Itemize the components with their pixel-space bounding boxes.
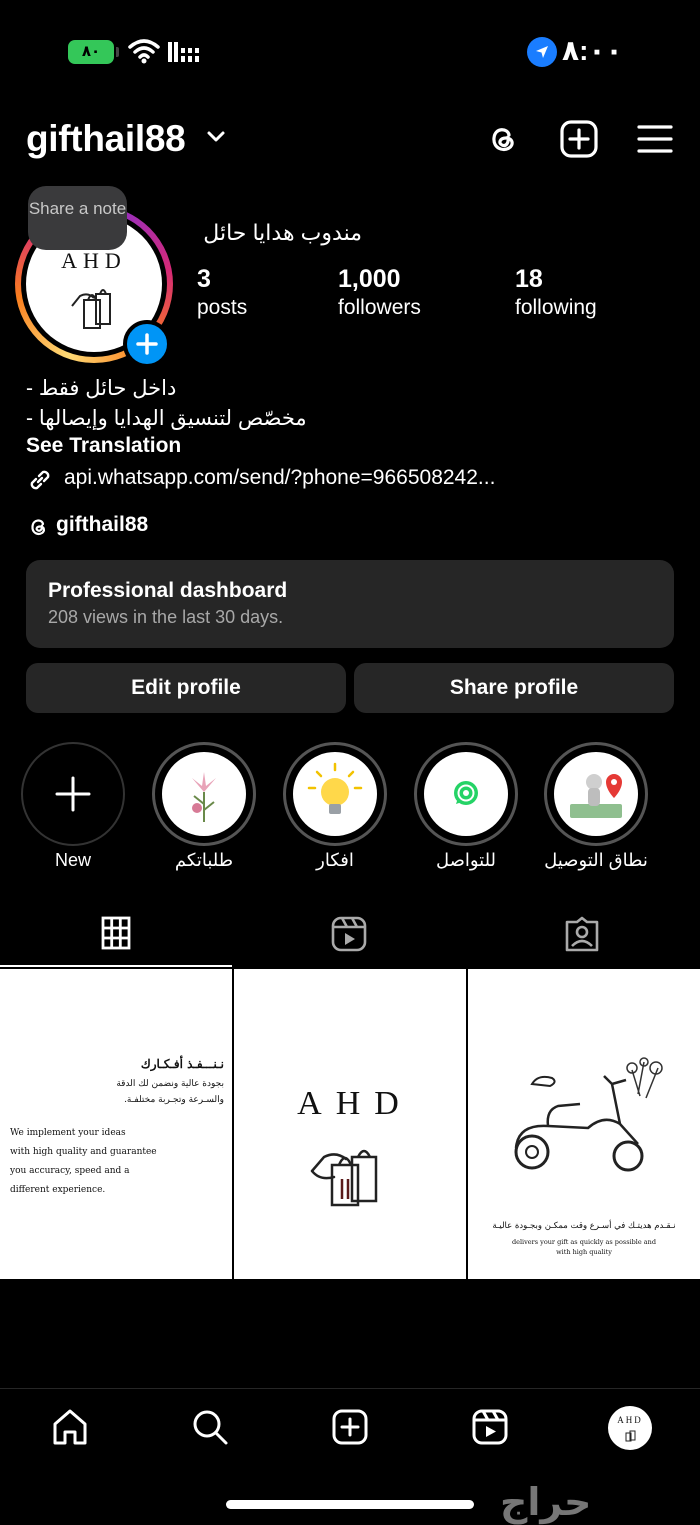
threads-small-icon <box>31 519 45 536</box>
see-translation-link[interactable]: See Translation <box>26 434 181 458</box>
post1-arabic-title: نـنـــفـذ أفـكـارك <box>140 1057 224 1071</box>
edit-profile-button[interactable]: Edit profile <box>26 663 346 713</box>
threads-icon[interactable] <box>481 118 523 160</box>
posts-count[interactable]: 3 <box>197 265 211 294</box>
highlight-ideas[interactable] <box>283 742 387 846</box>
highlight-contact[interactable] <box>414 742 518 846</box>
link-icon <box>30 470 50 490</box>
followers-label[interactable]: followers <box>338 296 421 320</box>
post1-english-line: you accuracy, speed and a <box>10 1166 130 1176</box>
account-username-switcher[interactable]: gifthail88 <box>26 118 186 160</box>
wifi-icon <box>128 39 160 64</box>
active-tab-indicator <box>0 965 232 967</box>
share-profile-button[interactable]: Share profile <box>354 663 674 713</box>
highlight-new[interactable] <box>21 742 125 846</box>
followers-count[interactable]: 1,000 <box>338 265 401 294</box>
tagged-tab-icon[interactable] <box>565 916 599 952</box>
highlight-label-delivery: نطاق التوصيل <box>544 850 648 870</box>
create-icon[interactable] <box>331 1408 369 1446</box>
post1-arabic-line2: والسـرعة وتجـربة مختلفـة. <box>124 1095 224 1105</box>
status-time: ٨:٠٠ <box>562 35 623 66</box>
threads-handle-link[interactable]: gifthail88 <box>56 513 148 537</box>
highlight-label-contact: للتواصل <box>435 850 497 870</box>
bio-line-1: داخل حائل فقط - <box>26 377 177 400</box>
add-story-button[interactable] <box>123 320 171 368</box>
avatar-logo-text: AHD <box>61 248 127 273</box>
dashboard-title: Professional dashboard <box>48 579 288 602</box>
post1-arabic-line1: بجودة عالية ونضمن لك الدقة <box>116 1079 224 1089</box>
post3-arabic-caption: نـقـدم هديتـك في أسـرع وقت ممكـن وبجـودة… <box>492 1221 676 1231</box>
post-tile[interactable]: نـقـدم هديتـك في أسـرع وقت ممكـن وبجـودة… <box>468 969 700 1279</box>
grid-tab-icon[interactable] <box>101 916 131 950</box>
status-bar: ٨٠ ٨:٠٠ <box>0 0 700 100</box>
highlight-delivery[interactable] <box>544 742 648 846</box>
highlight-label-orders: طلباتكم <box>174 850 234 870</box>
gift-bags-icon <box>310 1149 378 1207</box>
posts-label[interactable]: posts <box>197 296 247 320</box>
post2-logo-text: AHD <box>297 1085 413 1122</box>
plus-icon <box>55 776 91 812</box>
dashboard-subtitle: 208 views in the last 30 days. <box>48 607 284 627</box>
menu-icon[interactable] <box>634 118 676 160</box>
whatsapp-icon <box>454 781 478 805</box>
highlight-label-ideas: افكار <box>316 850 354 870</box>
plus-icon <box>136 333 158 355</box>
highlight-label-new: New <box>54 850 91 870</box>
share-note-bubble[interactable]: Share a note <box>28 186 127 250</box>
cellular-signal-icon <box>168 42 199 62</box>
professional-dashboard-card[interactable] <box>26 560 674 648</box>
profile-tab-avatar-logo: AHD <box>617 1415 643 1425</box>
post1-english-line: We implement your ideas <box>10 1128 126 1138</box>
following-count[interactable]: 18 <box>515 265 543 294</box>
search-icon[interactable] <box>191 1408 229 1446</box>
lily-flower-icon <box>192 772 216 822</box>
post1-english-line: with high quality and guarantee <box>10 1147 157 1157</box>
battery-indicator: ٨٠ <box>68 40 114 64</box>
following-label[interactable]: following <box>515 296 597 320</box>
post1-english-line: different experience. <box>10 1185 106 1195</box>
scooter-illustration-icon <box>514 1057 663 1172</box>
lightbulb-icon <box>307 762 363 814</box>
post3-english-line2: with high quality <box>556 1248 612 1256</box>
location-arrow-icon <box>527 37 557 67</box>
reels-icon[interactable] <box>471 1408 509 1446</box>
highlight-orders[interactable] <box>152 742 256 846</box>
home-indicator <box>226 1500 474 1509</box>
home-icon[interactable] <box>51 1408 89 1446</box>
bio-link[interactable]: api.whatsapp.com/send/?phone=966508242..… <box>64 466 495 490</box>
haraj-watermark: حراج <box>500 1482 592 1524</box>
gift-bags-icon <box>71 289 111 329</box>
post-tile[interactable]: نـنـــفـذ أفـكـارك بجودة عالية ونضمن لك … <box>0 969 232 1279</box>
post-tile[interactable]: AHD <box>234 969 466 1279</box>
reels-tab-icon[interactable] <box>331 916 367 952</box>
bio-line-2: مخصّص لتنسيق الهدايا وإيصالها - <box>26 407 307 430</box>
profile-tab-avatar[interactable]: AHD <box>608 1406 652 1450</box>
gift-bags-icon <box>625 1430 636 1442</box>
display-name: مندوب هدايا حائل <box>203 220 362 245</box>
create-post-icon[interactable] <box>558 118 600 160</box>
chevron-down-icon[interactable] <box>206 130 226 144</box>
delivery-map-pin-icon <box>570 774 622 818</box>
battery-cap <box>116 47 119 57</box>
post3-english-line1: delivers your gift as quickly as possibl… <box>511 1238 657 1246</box>
